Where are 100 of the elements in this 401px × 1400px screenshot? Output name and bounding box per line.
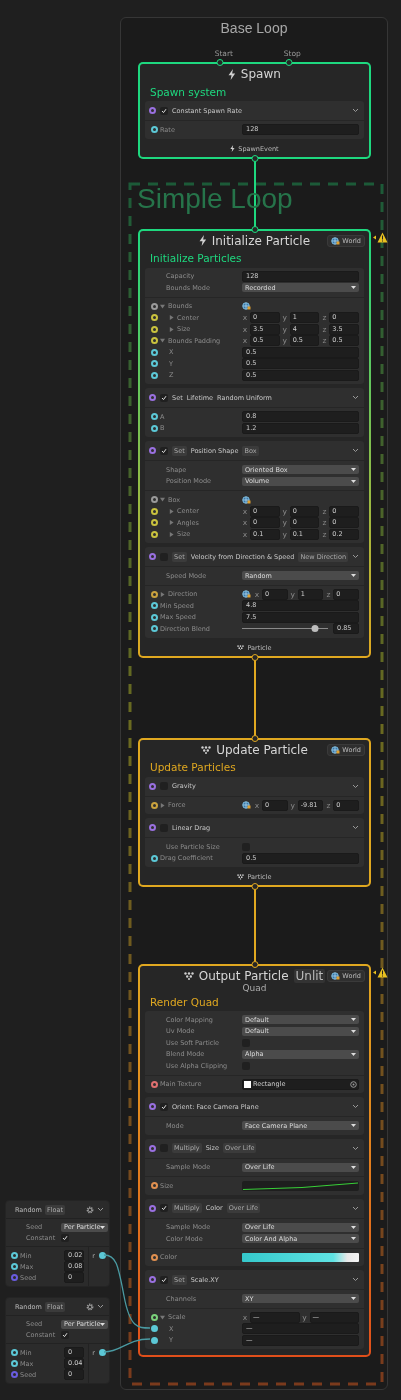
checkbox[interactable]	[160, 1102, 168, 1111]
port-icon[interactable]	[150, 1253, 158, 1261]
chevron-icon[interactable]	[352, 554, 359, 559]
chevron-icon[interactable]	[352, 108, 359, 113]
port-icon[interactable]	[150, 530, 158, 538]
chevron-icon[interactable]	[352, 395, 359, 400]
globe-icon[interactable]	[242, 801, 251, 810]
port-icon[interactable]	[150, 1182, 158, 1190]
checkbox[interactable]	[160, 1204, 168, 1212]
port-icon[interactable]	[150, 302, 158, 310]
port-icon[interactable]	[150, 348, 158, 356]
port-icon[interactable]	[251, 225, 258, 233]
expand-arrow-icon[interactable]	[160, 338, 165, 344]
settings-icon[interactable]	[86, 1205, 94, 1214]
port-icon[interactable]	[251, 154, 258, 162]
globe-icon[interactable]	[242, 590, 251, 599]
chevron-icon[interactable]	[352, 1104, 359, 1109]
port-icon[interactable]	[10, 1349, 18, 1356]
checkbox[interactable]	[160, 106, 168, 115]
context-heading: Update Particles	[150, 761, 236, 773]
particles-icon	[237, 874, 245, 880]
chevron-icon[interactable]	[352, 783, 359, 789]
curve-field[interactable]	[242, 1180, 359, 1191]
slider-thumb[interactable]	[311, 625, 319, 633]
expand-arrow-icon[interactable]	[160, 802, 165, 808]
port-icon[interactable]	[150, 854, 158, 862]
checkbox[interactable]	[61, 1330, 69, 1339]
port-icon[interactable]	[285, 59, 293, 66]
globe-icon[interactable]	[331, 745, 341, 754]
port-icon[interactable]	[150, 590, 158, 598]
port-icon[interactable]	[10, 1263, 18, 1270]
context-node[interactable]	[138, 228, 371, 658]
port-icon[interactable]	[150, 1080, 158, 1088]
caret-icon	[100, 1322, 106, 1326]
caret-icon	[351, 1124, 356, 1128]
context-node[interactable]	[138, 964, 371, 1357]
expand-arrow-icon[interactable]	[169, 315, 174, 321]
gradient-field[interactable]	[242, 1252, 359, 1262]
port-icon[interactable]	[150, 371, 158, 379]
group-title: Base Loop	[220, 20, 288, 36]
expand-arrow-icon[interactable]	[169, 508, 174, 514]
expand-arrow-icon[interactable]	[160, 1314, 165, 1320]
port-icon[interactable]	[10, 1360, 18, 1367]
port-icon[interactable]	[150, 519, 158, 527]
globe-icon[interactable]	[242, 495, 251, 504]
port-icon[interactable]	[150, 1313, 158, 1321]
chevron-icon[interactable]	[352, 825, 359, 830]
caret-icon	[351, 1165, 356, 1169]
caret-icon	[351, 286, 356, 290]
chevron-icon[interactable]	[352, 448, 359, 453]
chevron-icon[interactable]	[352, 1277, 359, 1282]
globe-icon[interactable]	[242, 302, 251, 311]
chevron-icon[interactable]	[97, 1207, 104, 1212]
port-icon[interactable]	[10, 1252, 18, 1259]
lightning-icon	[228, 68, 236, 80]
expand-arrow-icon[interactable]	[160, 303, 165, 309]
expand-arrow-icon[interactable]	[169, 520, 174, 526]
port-icon[interactable]	[251, 734, 258, 742]
port-icon[interactable]	[150, 602, 158, 610]
caret-icon	[351, 479, 356, 483]
expand-arrow-icon[interactable]	[160, 591, 165, 597]
port-icon[interactable]	[150, 314, 158, 322]
port-icon[interactable]	[150, 424, 158, 432]
chevron-icon[interactable]	[97, 1304, 104, 1309]
port-icon[interactable]	[150, 496, 158, 504]
port-icon[interactable]	[251, 653, 258, 661]
caret-icon	[351, 1237, 356, 1241]
checkbox[interactable]	[160, 1275, 168, 1284]
expand-arrow-icon[interactable]	[169, 326, 174, 332]
checkbox[interactable]	[160, 446, 168, 455]
port-icon[interactable]	[150, 1336, 158, 1344]
port-icon[interactable]	[98, 1252, 106, 1259]
port-icon[interactable]	[150, 613, 158, 621]
chevron-icon[interactable]	[352, 1205, 359, 1211]
checkbox[interactable]	[61, 1233, 69, 1242]
port-icon[interactable]	[150, 325, 158, 333]
port-icon[interactable]	[150, 337, 158, 345]
checkbox[interactable]	[160, 393, 168, 402]
port-icon[interactable]	[98, 1349, 106, 1356]
expand-arrow-icon[interactable]	[169, 531, 174, 537]
target-icon[interactable]	[350, 1080, 357, 1088]
port-icon[interactable]	[150, 507, 158, 515]
warning-icon[interactable]	[373, 967, 388, 978]
port-icon[interactable]	[216, 59, 224, 66]
globe-icon[interactable]	[331, 972, 341, 980]
port-icon[interactable]	[150, 126, 158, 134]
port-icon[interactable]	[150, 801, 158, 809]
port-icon[interactable]	[150, 625, 158, 633]
port-icon[interactable]	[150, 413, 158, 421]
context-heading: Spawn system	[150, 85, 227, 98]
port-icon[interactable]	[150, 1325, 158, 1333]
context-title: Update Particle	[216, 742, 308, 757]
settings-icon[interactable]	[86, 1302, 94, 1311]
globe-icon[interactable]	[331, 236, 341, 245]
warning-icon[interactable]	[373, 231, 388, 243]
title-chip: Unlit	[293, 969, 326, 983]
port-icon[interactable]	[150, 360, 158, 368]
expand-arrow-icon[interactable]	[160, 497, 165, 503]
port-icon[interactable]	[251, 961, 258, 968]
chevron-icon[interactable]	[352, 1145, 359, 1151]
